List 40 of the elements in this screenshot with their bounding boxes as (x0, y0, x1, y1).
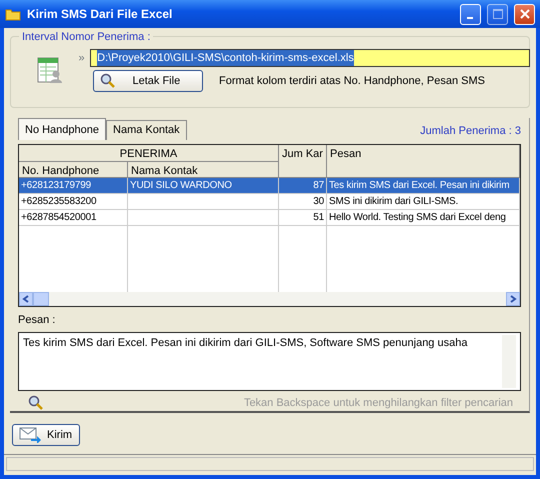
tab[interactable]: Nama Kontak (106, 120, 187, 140)
table-cell: 51 (279, 210, 327, 226)
table-cell: Tes kirim SMS dari Excel. Pesan ini dikirim (327, 178, 520, 194)
table-cell: 30 (279, 194, 327, 210)
table-cell: YUDI SILO WARDONO (128, 178, 279, 194)
message-field[interactable]: Tes kirim SMS dari Excel. Pesan ini dikirim dari GILI-SMS, Software SMS penunjang usaha (18, 332, 521, 390)
minimize-icon (466, 17, 472, 19)
table-cell: +6285235583200 (19, 194, 128, 210)
filter-hint: Tekan Backspace untuk menghilangkan filter pencarian (244, 396, 513, 410)
column-group-header: PENERIMA (19, 144, 279, 162)
table-row[interactable]: +628123179799 YUDI SILO WARDONO 87 Tes kirim SMS dari Excel. Pesan ini dikirim (19, 178, 520, 194)
search-icon[interactable] (28, 394, 44, 411)
table-cell: +6287854520001 (19, 210, 128, 226)
message-label: Pesan : (18, 313, 56, 328)
table-row[interactable]: +6287854520001 51 Hello World. Testing SMS dari Excel deng (19, 210, 520, 226)
scroll-right-button[interactable] (506, 292, 520, 306)
file-path-field[interactable]: D:\Proyek2010\GILI-SMS\contoh-kirim-sms-excel.xls (90, 49, 530, 67)
minimize-button[interactable] (460, 4, 481, 24)
scroll-left-button[interactable] (19, 292, 33, 306)
separator-glyph: » (78, 50, 85, 66)
table-row[interactable]: +6285235583200 30 SMS ini dikirim dari GILI-SMS. (19, 194, 520, 210)
browse-button[interactable]: Letak File (92, 70, 202, 92)
close-button[interactable] (514, 4, 535, 24)
maximize-button[interactable] (487, 4, 508, 24)
table-cell: +628123179799 (19, 178, 128, 194)
recipient-count: Jumlah Penerima : 3 (420, 124, 521, 139)
search-icon (100, 72, 116, 89)
window-title: Kirim SMS Dari File Excel (27, 6, 174, 23)
folder-icon (5, 7, 21, 21)
send-button[interactable]: Kirim (12, 424, 80, 446)
envelope-arrow-icon (19, 427, 41, 443)
format-note: Format kolom terdiri atas No. Handphone, Pesan SMS (219, 74, 485, 88)
spreadsheet-contact-icon (37, 57, 63, 85)
maximize-icon (492, 9, 502, 19)
table-cell: 87 (279, 178, 327, 194)
close-icon (520, 9, 530, 19)
tab[interactable]: No Handphone (18, 118, 106, 140)
table-cell: SMS ini dikirim dari GILI-SMS. (327, 194, 520, 210)
table-cell: Hello World. Testing SMS dari Excel deng (327, 210, 520, 226)
scroll-thumb[interactable] (33, 292, 49, 306)
